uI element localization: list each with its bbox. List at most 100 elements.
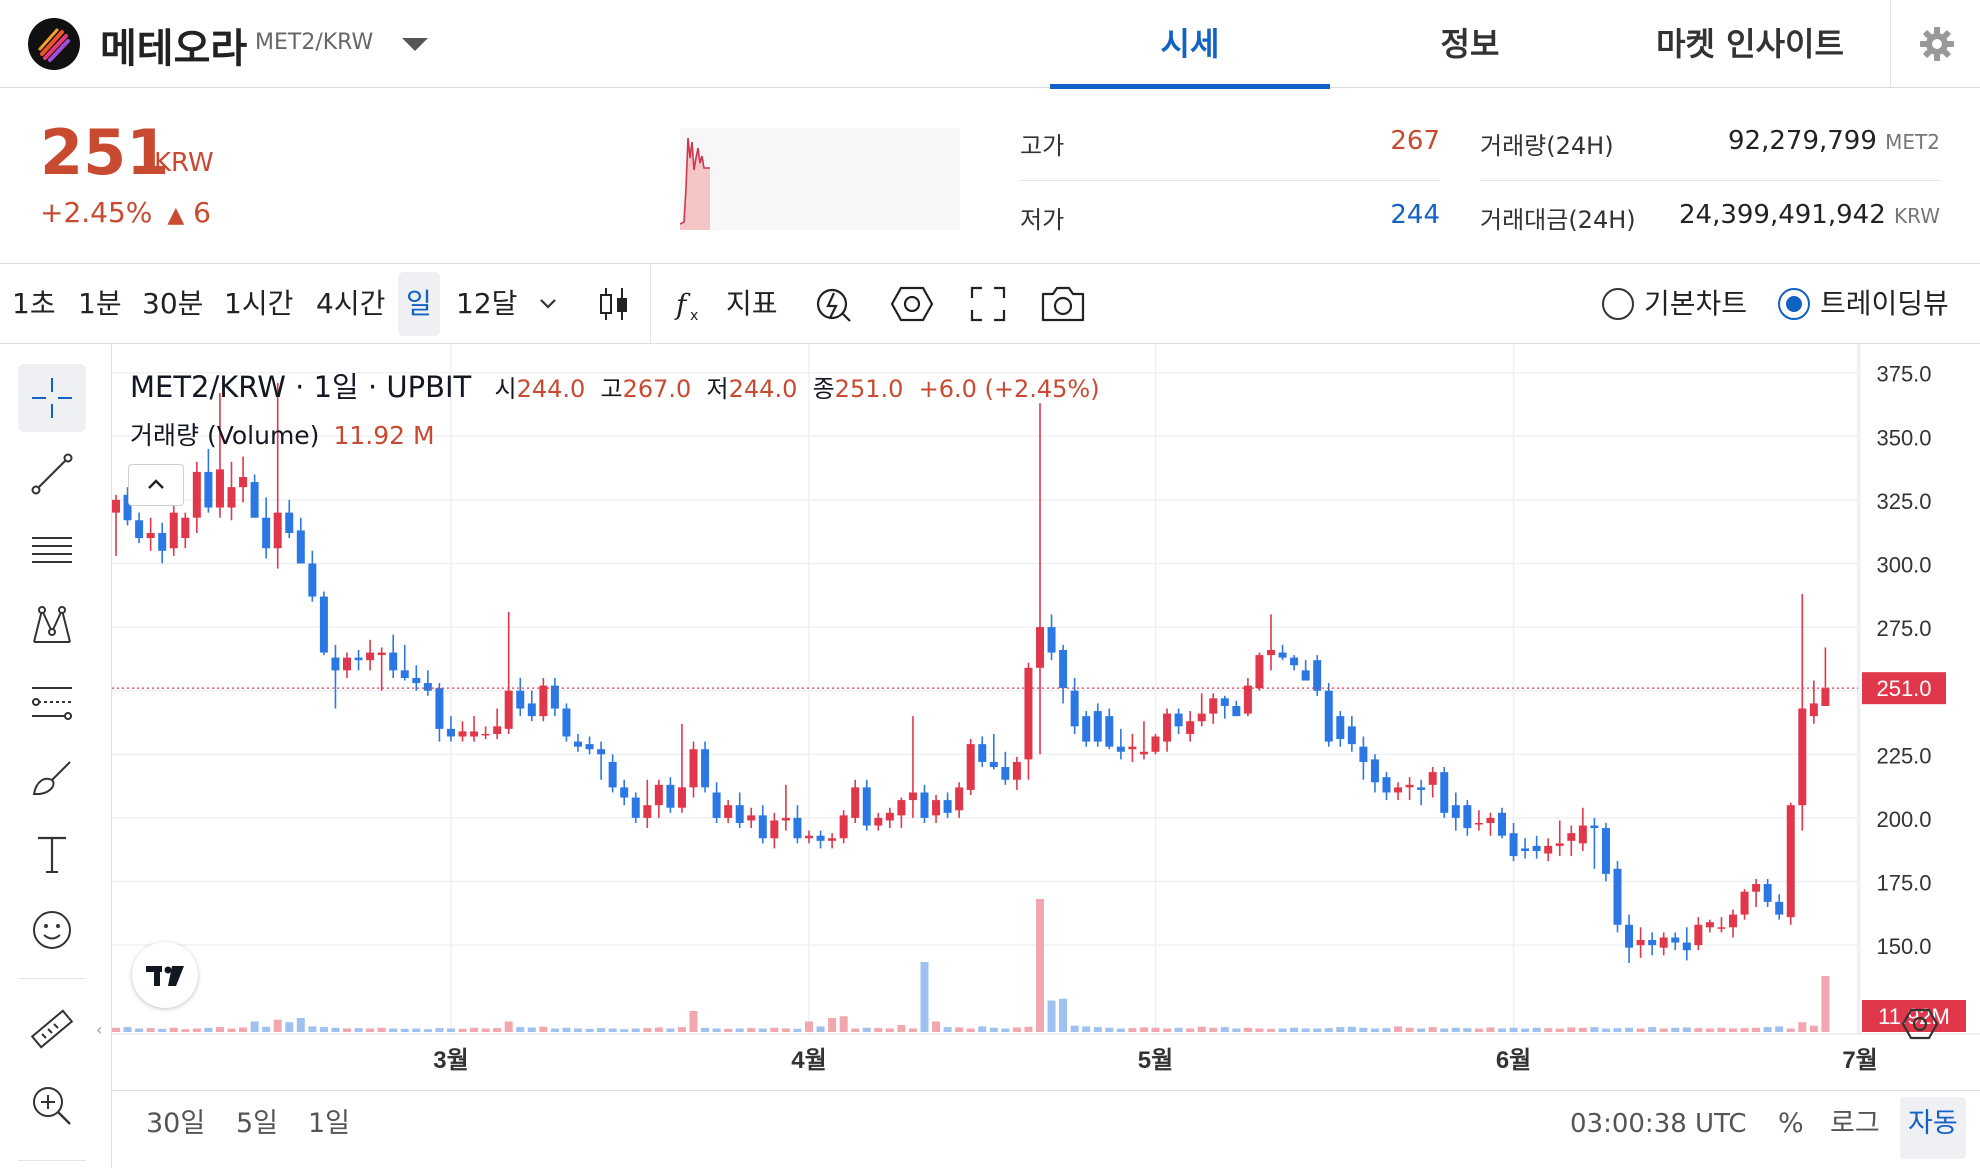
volume-24h-value: 92,279,799 — [1728, 126, 1877, 156]
timeframe-1m[interactable]: 1분 — [78, 264, 122, 344]
settings-hexagon-icon[interactable] — [890, 284, 934, 324]
chevron-down-icon[interactable] — [400, 36, 430, 54]
range-1d[interactable]: 1일 — [308, 1091, 350, 1157]
candle — [1786, 802, 1795, 925]
volume-bar — [1232, 1028, 1241, 1032]
volume-bar — [1521, 1028, 1530, 1032]
candle — [1532, 835, 1541, 859]
pattern-icon — [33, 606, 71, 643]
candlestick-type-icon[interactable] — [594, 284, 634, 324]
candle-body — [1786, 805, 1795, 918]
candle-body — [654, 784, 663, 806]
candle-body — [1093, 711, 1102, 742]
function-fx-icon[interactable]: f x — [672, 284, 712, 324]
fib-retracement-tool[interactable] — [18, 516, 86, 584]
timeframe-4h[interactable]: 4시간 — [316, 264, 385, 344]
range-5d[interactable]: 5일 — [236, 1091, 278, 1157]
camera-icon[interactable] — [1040, 284, 1086, 324]
text-tool[interactable] — [18, 820, 86, 888]
trading-pair[interactable]: MET2/KRW — [255, 30, 373, 55]
candle — [562, 703, 571, 742]
tradingview-logo[interactable] — [132, 942, 198, 1008]
collapse-arrow-icon[interactable]: ‹ — [96, 1020, 102, 1039]
range-30d[interactable]: 30일 — [146, 1091, 205, 1157]
timeframe-1s[interactable]: 1초 — [12, 264, 56, 344]
auto-scale-button[interactable]: 자동 — [1908, 1091, 1958, 1157]
tab-info[interactable]: 정보 — [1330, 0, 1610, 88]
candle — [1717, 917, 1726, 933]
candle-body — [897, 800, 906, 816]
emoji-tool[interactable] — [18, 896, 86, 964]
trend-line-tool[interactable] — [18, 440, 86, 508]
chevron-down-icon[interactable] — [538, 294, 558, 314]
legend-low-label: 저 — [706, 375, 729, 403]
forecast-tool[interactable] — [18, 668, 86, 736]
crosshair-tool[interactable] — [18, 364, 86, 432]
measure-tool[interactable] — [18, 996, 86, 1064]
log-scale-button[interactable]: 로그 — [1830, 1091, 1880, 1157]
candle-body — [1128, 746, 1137, 750]
candle-body — [273, 512, 282, 549]
indicators-button[interactable]: 지표 — [726, 264, 778, 344]
basic-chart-label[interactable]: 기본차트 — [1644, 264, 1747, 344]
timeframe-1h[interactable]: 1시간 — [224, 264, 293, 344]
volume-bar — [158, 1028, 167, 1032]
candle-body — [874, 817, 883, 826]
chart-canvas[interactable]: 150.0 175.0 200.0 225.0 275.0 300.0 325.0 350.0… — [112, 344, 1980, 1090]
pattern-tool[interactable] — [18, 592, 86, 660]
tab-market-insight[interactable]: 마켓 인사이트 — [1610, 0, 1890, 88]
candle — [169, 504, 178, 556]
candle — [1440, 767, 1449, 818]
radio-tradingview[interactable] — [1778, 288, 1810, 320]
candle — [227, 461, 236, 521]
candle — [1752, 878, 1761, 907]
volume-bar — [1336, 1027, 1345, 1032]
volume-bar — [539, 1026, 548, 1032]
zoom-in-tool[interactable] — [18, 1072, 86, 1140]
price-tick-label: 200.0 — [1876, 807, 1931, 832]
price-tick-label: 325.0 — [1876, 489, 1931, 514]
candle — [920, 784, 929, 823]
tab-price[interactable]: 시세 — [1050, 0, 1330, 88]
volume-bar — [839, 1016, 848, 1032]
candle — [412, 665, 421, 691]
volume-bar — [112, 1027, 120, 1032]
candle — [955, 782, 964, 818]
candle — [1740, 889, 1749, 920]
volume-bar — [689, 1011, 698, 1032]
settings-button[interactable] — [1890, 0, 1980, 88]
timeframe-12mo[interactable]: 12달 — [456, 264, 517, 344]
tradingview-chart[interactable]: 150.0 175.0 200.0 225.0 275.0 300.0 325.0 350.0… — [112, 344, 1980, 1168]
utc-clock[interactable]: 03:00:38 UTC — [1570, 1091, 1747, 1157]
legend-collapse-button[interactable] — [128, 464, 184, 506]
last-price-label: 251.0 — [1876, 676, 1931, 701]
radio-basic-chart[interactable] — [1602, 288, 1634, 320]
candle — [781, 784, 790, 831]
time-tick-label: 7월 — [1842, 1047, 1877, 1074]
volume-bar — [989, 1027, 998, 1032]
candle-body — [296, 530, 305, 564]
candle — [1070, 677, 1079, 734]
chart-legend-volume: 거래량 (Volume) 11.92 M — [130, 416, 435, 452]
alert-clock-icon[interactable] — [814, 284, 854, 324]
candle-body — [470, 731, 479, 737]
volume-legend-label: 거래량 (Volume) — [130, 421, 320, 450]
current-price: 251 — [40, 116, 170, 189]
candle — [654, 779, 663, 818]
coin-name[interactable]: 메테오라 — [100, 16, 247, 74]
timeframe-day[interactable]: 일 — [406, 264, 432, 344]
candle-body — [1659, 937, 1668, 948]
brush-tool[interactable] — [18, 744, 86, 812]
axis-settings-icon[interactable] — [1900, 1004, 1940, 1044]
candle-body — [204, 471, 213, 508]
percent-scale-button[interactable]: % — [1778, 1091, 1804, 1157]
tradingview-label[interactable]: 트레이딩뷰 — [1820, 264, 1949, 344]
volume-bar — [1313, 1028, 1322, 1032]
candle — [689, 741, 698, 798]
candle-body — [481, 733, 490, 736]
candle-body — [1729, 914, 1737, 928]
volume-bar — [239, 1027, 248, 1032]
volume-bar — [1694, 1028, 1703, 1032]
fullscreen-icon[interactable] — [968, 284, 1008, 324]
timeframe-30m[interactable]: 30분 — [142, 264, 203, 344]
